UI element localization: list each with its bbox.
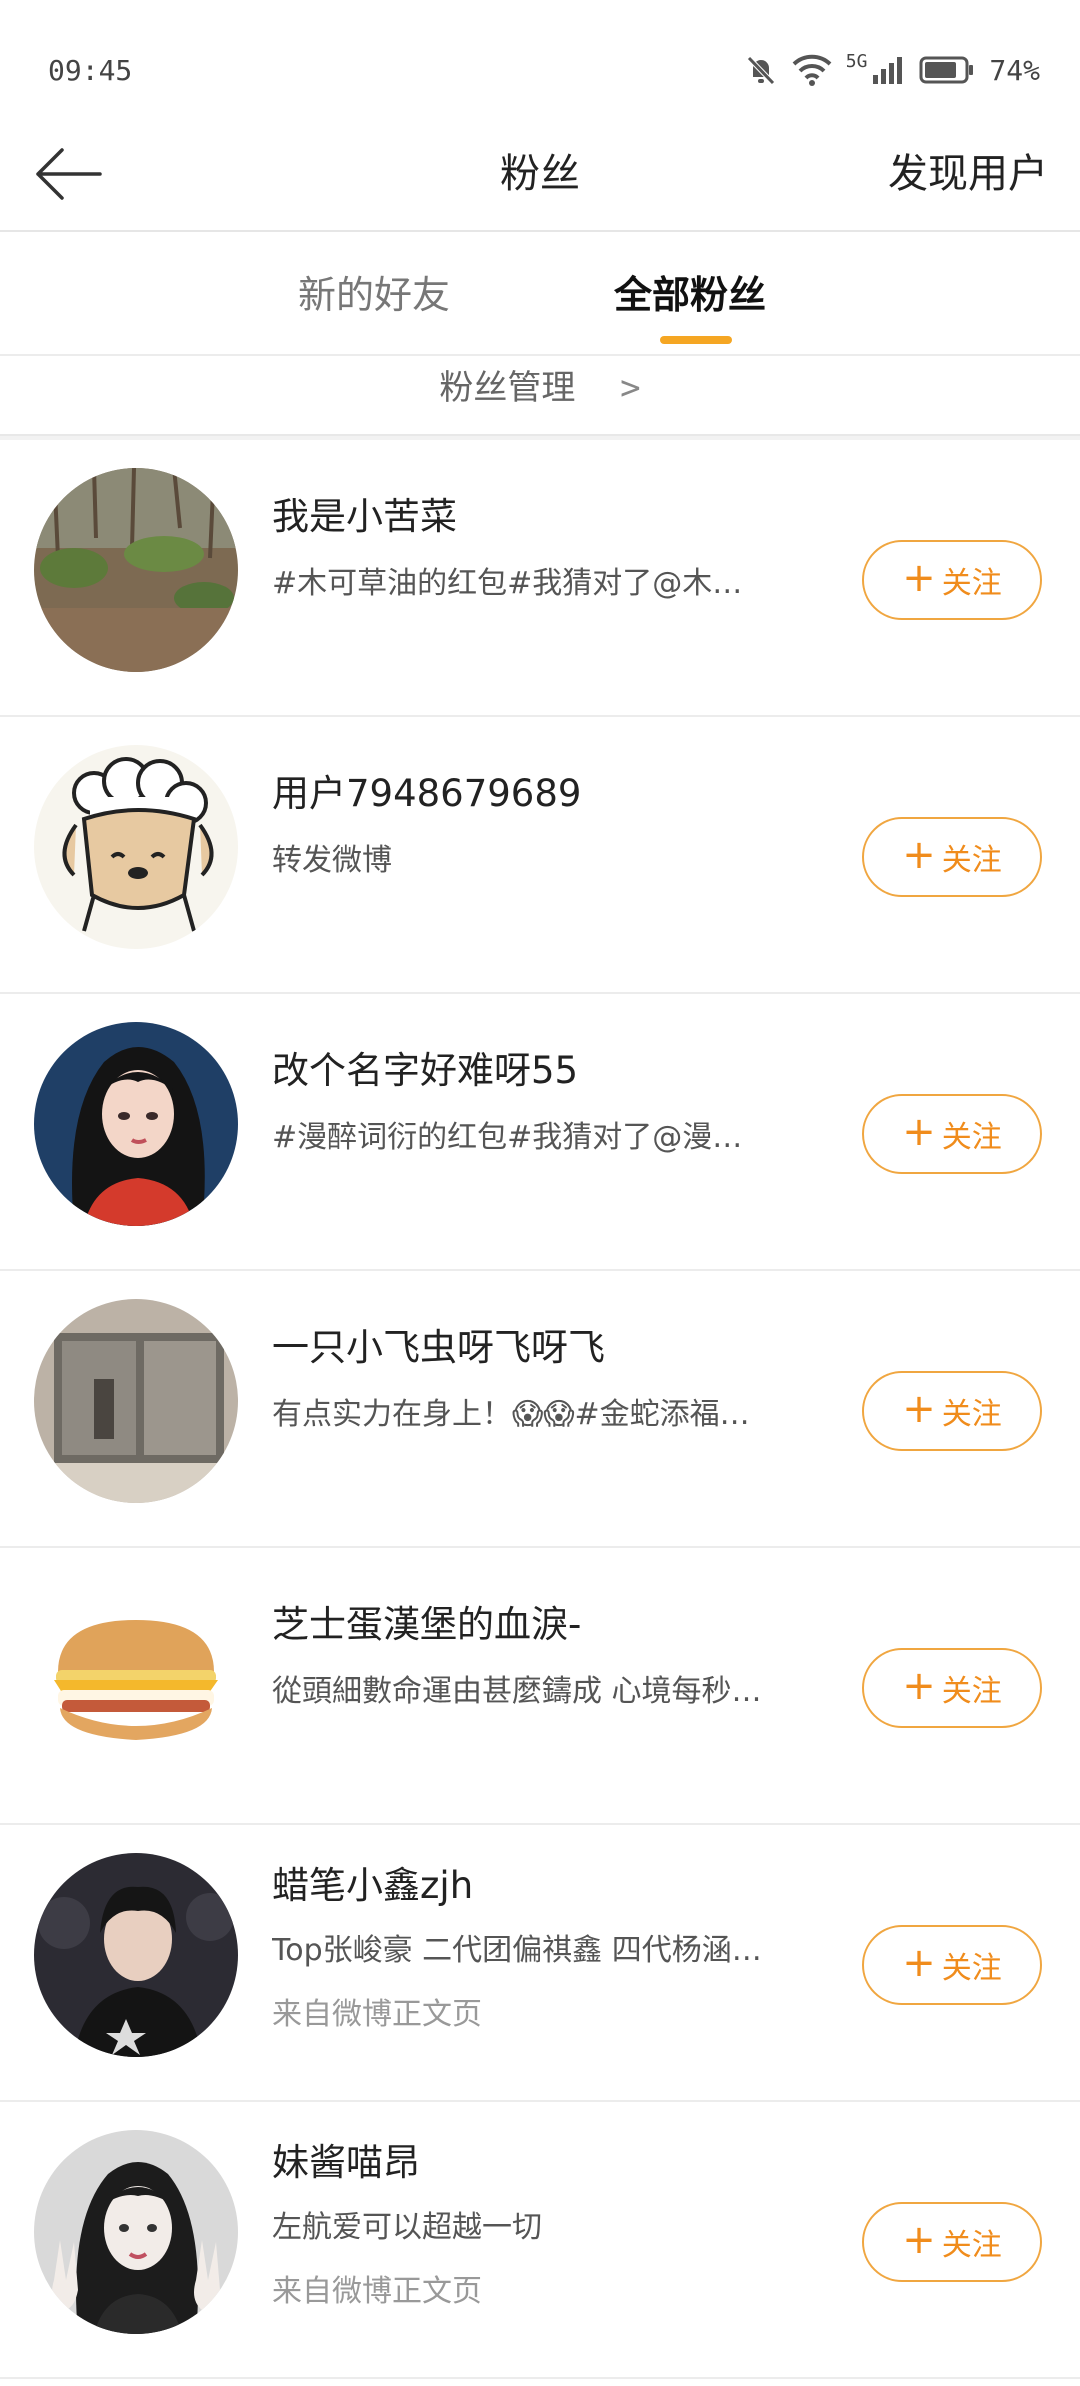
battery-icon: [919, 56, 974, 84]
fan-name: 芝士蛋漢堡的血淚-: [272, 1603, 582, 1646]
follow-button[interactable]: + 关注: [862, 1094, 1042, 1174]
avatar[interactable]: [34, 1853, 238, 2057]
fan-name: 一只小飞虫呀飞呀飞: [272, 1326, 605, 1369]
plus-icon: +: [902, 555, 936, 601]
fan-name: 妹酱喵昂: [272, 2141, 420, 2184]
back-arrow-icon: [36, 148, 102, 200]
list-item[interactable]: 芝士蛋漢堡的血淚- 從頭細數命運由甚麼鑄成 心境每秒… + 关注: [0, 1548, 1080, 1825]
fan-name: 我是小苦菜: [272, 495, 457, 538]
follow-label: 关注: [941, 1397, 1002, 1432]
follow-label: 关注: [941, 1951, 1002, 1986]
fan-source: 来自微博正文页: [272, 2274, 482, 2309]
status-time: 09:45: [48, 53, 133, 87]
battery-percent: 74%: [989, 53, 1040, 87]
list-item[interactable]: 改个名字好难呀55 #漫醉词衍的红包#我猜对了@漫… + 关注: [0, 994, 1080, 1271]
chevron-right-icon: >: [620, 368, 641, 408]
plus-icon: +: [902, 1109, 936, 1155]
cartoon-sheep-icon: [34, 745, 238, 949]
follow-label: 关注: [941, 1120, 1002, 1155]
fan-description: 從頭細數命運由甚麼鑄成 心境每秒…: [272, 1674, 762, 1709]
mute-bell-icon: [746, 56, 775, 85]
fan-description: Top张峻豪 二代团偏祺鑫 四代杨涵…: [272, 1933, 762, 1968]
egg-burger-icon: [34, 1576, 238, 1780]
fan-description: 左航爱可以超越一切: [272, 2210, 542, 2245]
list-item[interactable]: 我是小苦菜 #木可草油的红包#我猜对了@木… + 关注: [0, 440, 1080, 717]
follow-button[interactable]: + 关注: [862, 1925, 1042, 2005]
girl-peace-sign-icon: [34, 2130, 238, 2334]
follow-button[interactable]: + 关注: [862, 1648, 1042, 1728]
room-window-photo-icon: [34, 1299, 238, 1503]
fan-description: #木可草油的红包#我猜对了@木…: [272, 566, 743, 601]
fan-description: #漫醉词衍的红包#我猜对了@漫…: [272, 1120, 743, 1155]
avatar[interactable]: [34, 1022, 238, 1226]
follow-label: 关注: [941, 843, 1002, 878]
tab-bar: 新的好友 全部粉丝: [0, 232, 1080, 356]
nav-bar: 粉丝 发现用户: [0, 118, 1080, 232]
follow-button[interactable]: + 关注: [862, 2202, 1042, 2282]
fans-manage-link[interactable]: 粉丝管理 >: [0, 356, 1080, 436]
avatar[interactable]: [34, 745, 238, 949]
signal-icon: [873, 57, 903, 84]
anime-girl-icon: [34, 1022, 238, 1226]
avatar[interactable]: [34, 468, 238, 672]
network-label: 5G: [845, 50, 868, 72]
plus-icon: +: [902, 1386, 936, 1432]
list-item[interactable]: 一只小飞虫呀飞呀飞 有点实力在身上！😱😱#金蛇添福… + 关注: [0, 1271, 1080, 1548]
fan-description: 有点实力在身上！😱😱#金蛇添福…: [272, 1397, 750, 1432]
status-icons: 5G 74%: [744, 50, 1040, 87]
follow-label: 关注: [941, 566, 1002, 601]
discover-users-button[interactable]: 发现用户: [888, 118, 1048, 230]
fan-name: 蜡笔小鑫zjh: [272, 1864, 474, 1907]
follow-label: 关注: [941, 1674, 1002, 1709]
follow-button[interactable]: + 关注: [862, 1371, 1042, 1451]
plus-icon: +: [902, 2217, 936, 2263]
fan-name: 用户7948679689: [272, 772, 582, 815]
follow-button[interactable]: + 关注: [862, 817, 1042, 897]
wifi-icon: [792, 54, 832, 86]
fans-list: 我是小苦菜 #木可草油的红包#我猜对了@木… + 关注 用户7948679689…: [0, 440, 1080, 2379]
fan-name: 改个名字好难呀55: [272, 1049, 579, 1092]
active-tab-indicator: [660, 336, 732, 344]
plus-icon: +: [902, 832, 936, 878]
avatar[interactable]: [34, 1576, 238, 1780]
tab-new-friends[interactable]: 新的好友: [298, 232, 450, 354]
list-item[interactable]: 蜡笔小鑫zjh Top张峻豪 二代团偏祺鑫 四代杨涵… 来自微博正文页 + 关注: [0, 1825, 1080, 2102]
avatar[interactable]: [34, 2130, 238, 2334]
fan-description: 转发微博: [272, 843, 392, 878]
avatar[interactable]: [34, 1299, 238, 1503]
hillside-photo-icon: [34, 468, 238, 672]
fan-source: 来自微博正文页: [272, 1997, 482, 2032]
plus-icon: +: [902, 1663, 936, 1709]
young-man-photo-icon: [34, 1853, 238, 2057]
follow-button[interactable]: + 关注: [862, 540, 1042, 620]
list-item[interactable]: 妹酱喵昂 左航爱可以超越一切 来自微博正文页 + 关注: [0, 2102, 1080, 2379]
fans-manage-label: 粉丝管理: [439, 368, 576, 408]
follow-label: 关注: [941, 2228, 1002, 2263]
back-button[interactable]: [28, 134, 108, 214]
plus-icon: +: [902, 1940, 936, 1986]
list-item[interactable]: 用户7948679689 转发微博 + 关注: [0, 717, 1080, 994]
